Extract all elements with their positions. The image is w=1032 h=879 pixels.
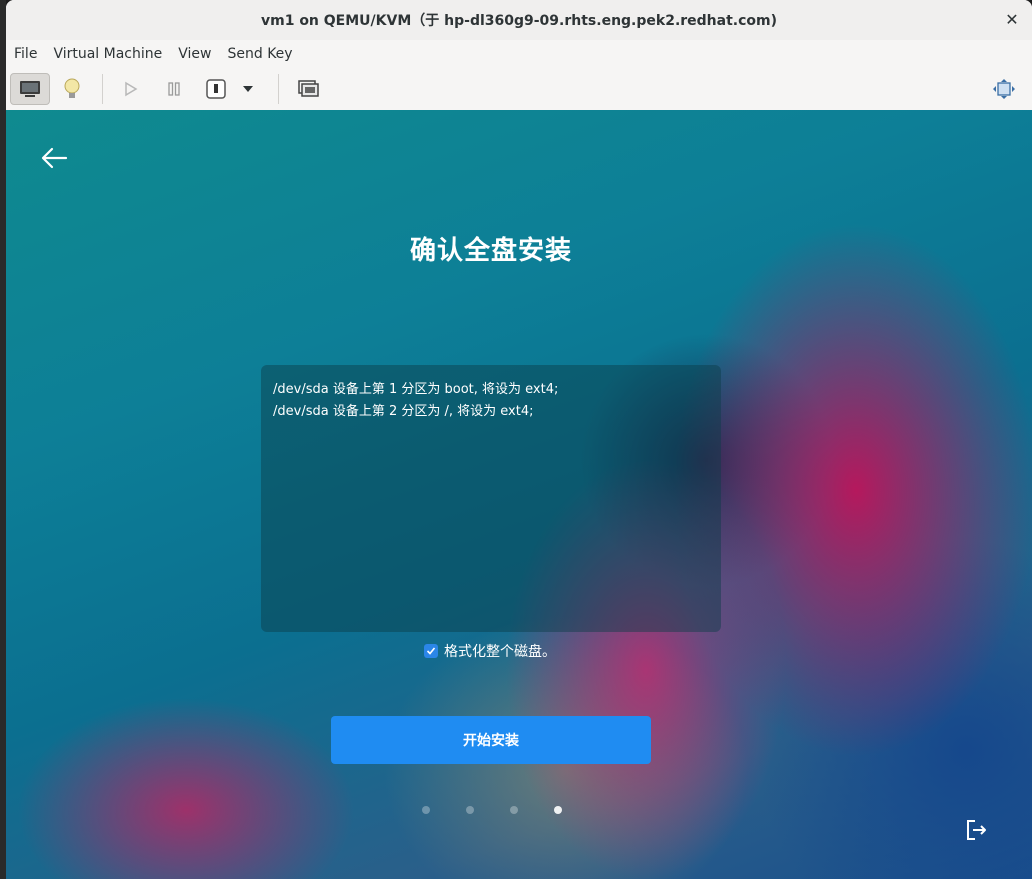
screenshot-button[interactable] [288,73,328,105]
window-titlebar: vm1 on QEMU/KVM（于 hp-dl360g9-09.rhts.eng… [6,0,1032,41]
format-disk-checkbox[interactable] [424,644,438,658]
virt-viewer-window: vm1 on QEMU/KVM（于 hp-dl360g9-09.rhts.eng… [6,0,1032,879]
show-console-button[interactable] [10,73,50,105]
partition-summary-box: /dev/sda 设备上第 1 分区为 boot, 将设为 ext4; /dev… [261,365,721,632]
menu-file[interactable]: File [6,40,45,68]
checkmark-icon [426,647,436,655]
page-dot [466,806,474,814]
fullscreen-icon [993,79,1015,99]
lightbulb-icon [64,78,80,98]
page-dot [422,806,430,814]
menu-view[interactable]: View [170,40,219,68]
menu-send-key[interactable]: Send Key [219,40,300,68]
shutdown-menu-button[interactable] [236,73,260,105]
pause-icon [168,82,180,96]
power-icon [206,79,226,99]
back-arrow-icon[interactable] [40,146,68,170]
dropdown-arrow-icon [243,86,253,92]
page-dot [510,806,518,814]
partition-line: /dev/sda 设备上第 2 分区为 /, 将设为 ext4; [273,404,534,419]
start-install-button[interactable]: 开始安装 [331,716,651,764]
show-details-button[interactable] [52,73,92,105]
format-disk-option[interactable]: 格式化整个磁盘。 [424,640,556,662]
page-dot-current [554,806,562,814]
toolbar [6,68,1032,111]
shutdown-button[interactable] [196,73,236,105]
exit-icon[interactable] [964,818,988,842]
page-title: 确认全盘安装 [409,236,572,266]
screenshot-icon [298,80,319,97]
pause-button[interactable] [154,73,194,105]
menu-virtual-machine[interactable]: Virtual Machine [45,40,170,68]
fullscreen-button[interactable] [984,73,1024,105]
play-icon [125,81,138,97]
format-disk-label: 格式化整个磁盘。 [444,644,556,660]
page-indicator [416,804,576,816]
partition-line: /dev/sda 设备上第 1 分区为 boot, 将设为 ext4; [273,382,559,397]
toolbar-separator [102,74,103,104]
monitor-icon [20,81,40,97]
menubar: File Virtual Machine View Send Key [6,40,1032,68]
window-title: vm1 on QEMU/KVM（于 hp-dl360g9-09.rhts.eng… [260,13,778,29]
vm-display[interactable]: 确认全盘安装 /dev/sda 设备上第 1 分区为 boot, 将设为 ext… [6,110,1032,879]
close-window-button[interactable]: ✕ [1002,10,1022,30]
run-button[interactable] [110,73,150,105]
toolbar-separator [278,74,279,104]
